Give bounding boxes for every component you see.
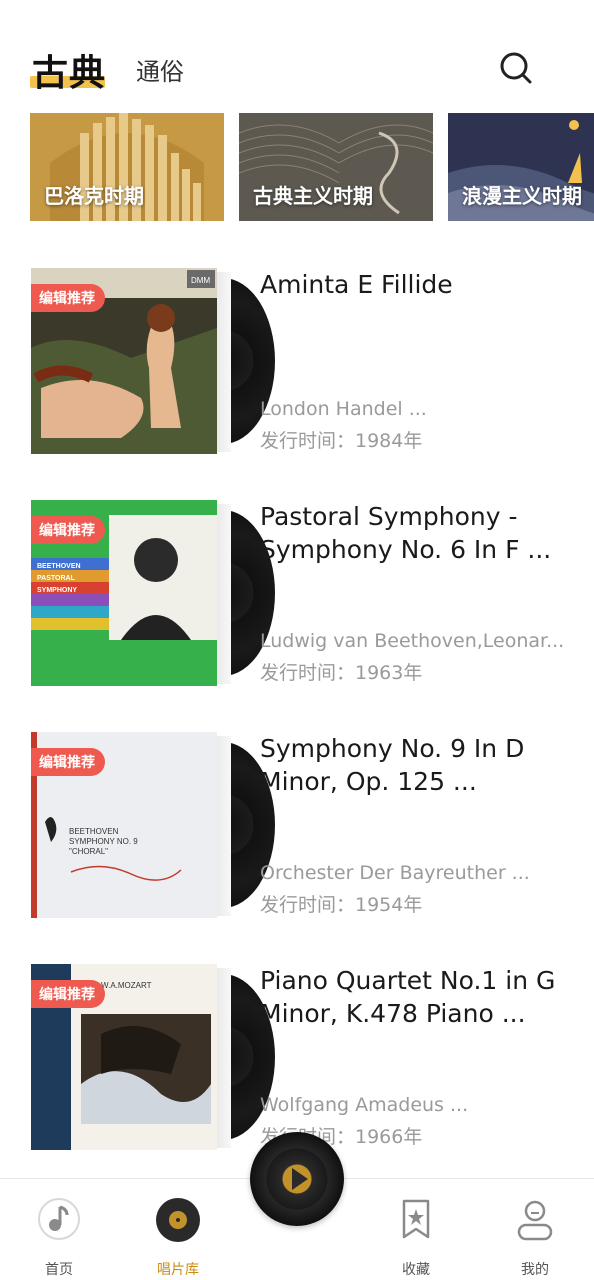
sleeve-edge bbox=[215, 504, 231, 684]
nav-home[interactable]: 首页 bbox=[19, 1193, 99, 1278]
era-card-baroque[interactable]: 巴洛克时期 bbox=[30, 113, 224, 221]
album-item[interactable]: BEETHOVEN PASTORAL SYMPHONY 编辑推荐 Pastora… bbox=[0, 500, 594, 690]
album-item[interactable]: DMM 编辑推荐 Aminta E Fillide London Handel … bbox=[0, 268, 594, 458]
album-cover-wrap[interactable]: W.A.MOZART 编辑推荐 bbox=[31, 964, 275, 1150]
album-artist: Orchester Der Bayreuther ... bbox=[260, 862, 530, 884]
search-button[interactable] bbox=[498, 50, 534, 86]
cover-text: W.A.MOZART bbox=[101, 981, 152, 990]
cover-text: BEETHOVEN bbox=[69, 827, 119, 836]
album-cover-wrap[interactable]: BEETHOVEN PASTORAL SYMPHONY 编辑推荐 bbox=[31, 500, 275, 686]
album-title[interactable]: Symphony No. 9 In D Minor, Op. 125 ... bbox=[260, 732, 570, 798]
nav-label-home: 首页 bbox=[45, 1262, 73, 1278]
cover-text: BEETHOVEN bbox=[37, 563, 81, 570]
sleeve-edge bbox=[215, 968, 231, 1148]
nav-label-mine: 我的 bbox=[521, 1262, 549, 1278]
cover-text: SYMPHONY bbox=[37, 587, 77, 594]
editor-pick-badge: 编辑推荐 bbox=[31, 748, 105, 776]
album-title[interactable]: Piano Quartet No.1 in G Minor, K.478 Pia… bbox=[260, 964, 570, 1030]
album-title[interactable]: Pastoral Symphony - Symphony No. 6 In F … bbox=[260, 500, 570, 566]
sleeve-edge bbox=[215, 272, 231, 452]
album-artist: London Handel ... bbox=[260, 398, 427, 420]
now-playing-button[interactable] bbox=[250, 1132, 344, 1226]
album-release-date: 发行时间：1963年 bbox=[260, 662, 423, 684]
tab-classical[interactable]: 古典 bbox=[32, 44, 106, 96]
bookmark-star-icon bbox=[402, 1199, 430, 1239]
nav-favorites[interactable]: 收藏 bbox=[376, 1193, 456, 1278]
user-profile-icon bbox=[517, 1200, 553, 1241]
tab-popular[interactable]: 通俗 bbox=[136, 52, 184, 87]
era-label: 巴洛克时期 bbox=[44, 184, 144, 208]
vinyl-disc-icon bbox=[156, 1198, 200, 1242]
album-artist: Ludwig van Beethoven,Leonar... bbox=[260, 630, 565, 652]
album-release-date: 发行时间：1954年 bbox=[260, 894, 423, 916]
album-cover-wrap[interactable]: DMM 编辑推荐 bbox=[31, 268, 275, 454]
era-card-classical[interactable]: 古典主义时期 bbox=[239, 113, 433, 221]
header: 古典 通俗 bbox=[0, 0, 594, 100]
album-artist: Wolfgang Amadeus ... bbox=[260, 1094, 469, 1116]
cover-text: PASTORAL bbox=[37, 575, 76, 582]
album-cover-wrap[interactable]: BEETHOVEN SYMPHONY NO. 9 "CHORAL" 编辑推荐 bbox=[31, 732, 275, 918]
album-item[interactable]: BEETHOVEN SYMPHONY NO. 9 "CHORAL" 编辑推荐 S… bbox=[0, 732, 594, 922]
play-icon bbox=[292, 1168, 308, 1190]
nav-records[interactable]: 唱片库 bbox=[138, 1193, 218, 1278]
music-note-icon bbox=[38, 1198, 80, 1240]
era-card-romantic[interactable]: 浪漫主义时期 bbox=[448, 113, 594, 221]
editor-pick-badge: 编辑推荐 bbox=[31, 284, 105, 312]
era-label: 古典主义时期 bbox=[253, 184, 373, 208]
editor-pick-badge: 编辑推荐 bbox=[31, 516, 105, 544]
cover-text: SYMPHONY NO. 9 bbox=[69, 837, 138, 846]
cover-brand-text: DMM bbox=[191, 276, 210, 285]
sleeve-edge bbox=[215, 736, 231, 916]
era-label: 浪漫主义时期 bbox=[462, 184, 582, 208]
cover-text: "CHORAL" bbox=[69, 847, 108, 856]
search-icon bbox=[500, 52, 532, 84]
nav-label-favorites: 收藏 bbox=[402, 1262, 430, 1278]
nav-label-records: 唱片库 bbox=[157, 1262, 199, 1278]
editor-pick-badge: 编辑推荐 bbox=[31, 980, 105, 1008]
album-title[interactable]: Aminta E Fillide bbox=[260, 268, 570, 301]
album-item[interactable]: W.A.MOZART 编辑推荐 Piano Quartet No.1 in G … bbox=[0, 964, 594, 1154]
era-carousel[interactable]: 巴洛克时期 古典主义时期 浪漫主义时期 bbox=[30, 113, 594, 221]
nav-mine[interactable]: 我的 bbox=[495, 1193, 575, 1278]
album-release-date: 发行时间：1984年 bbox=[260, 430, 423, 452]
